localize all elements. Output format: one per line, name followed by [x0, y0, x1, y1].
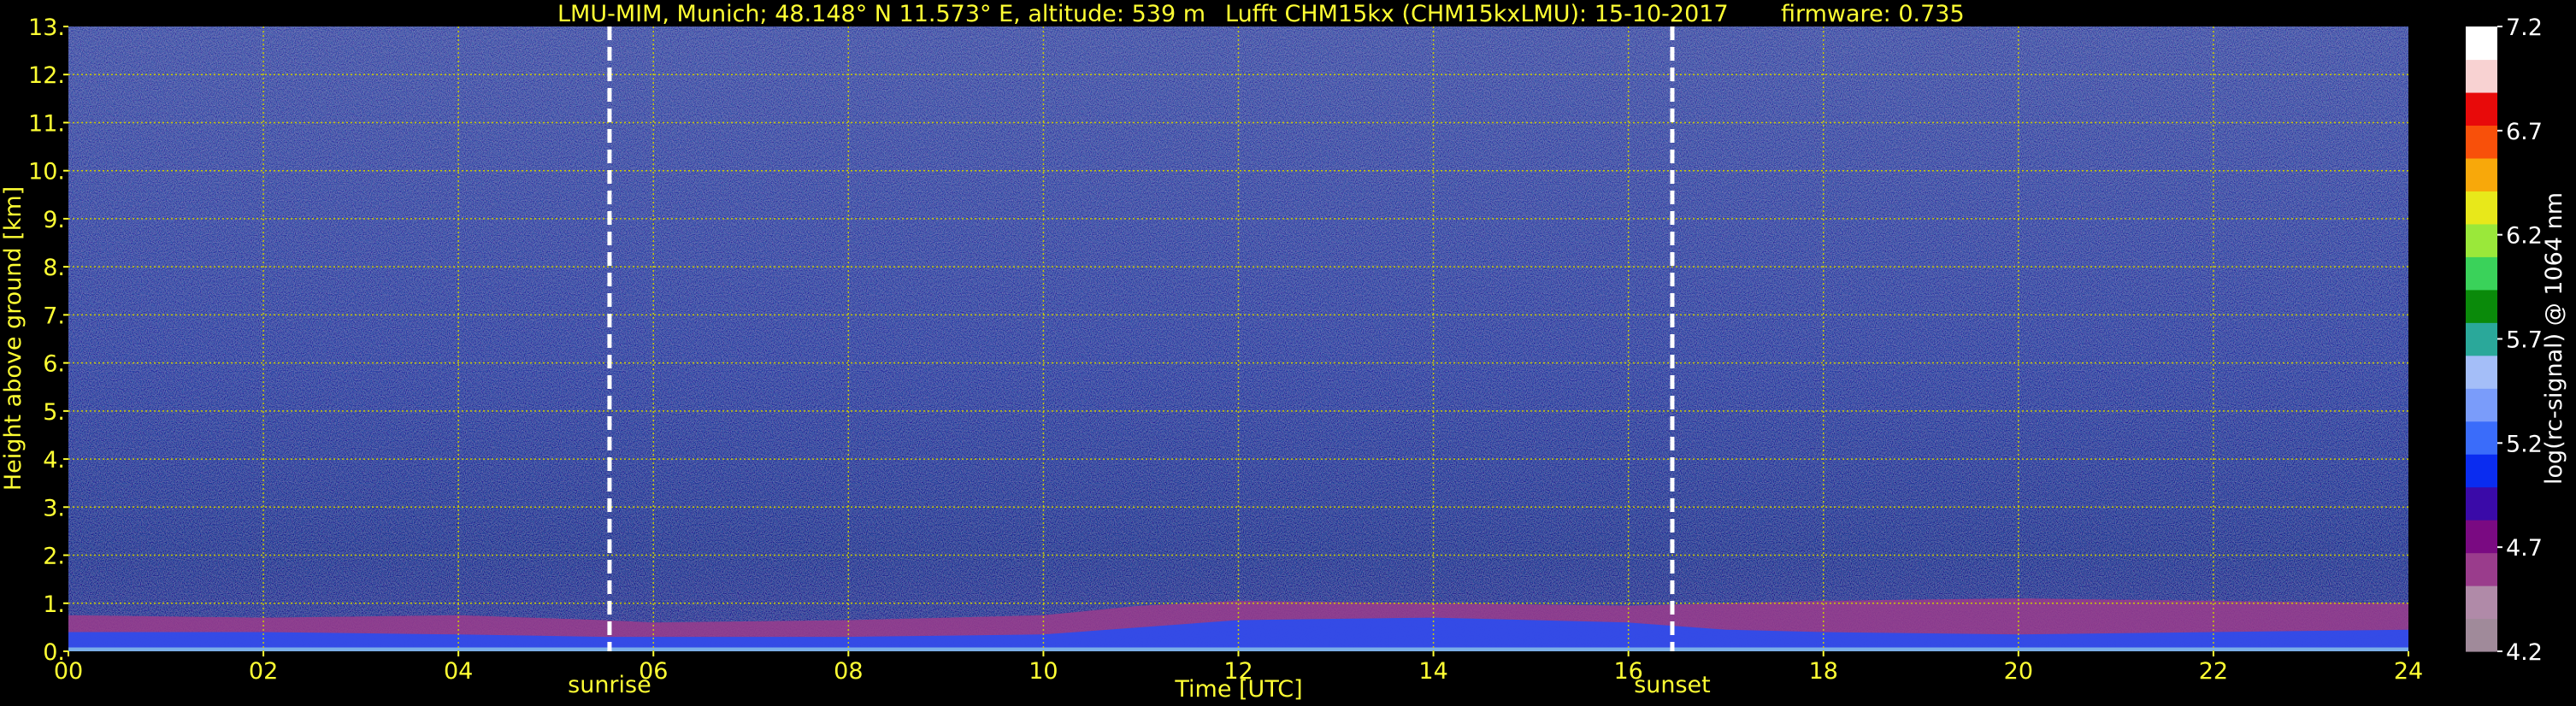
x-tick-label: 04 — [444, 658, 473, 685]
x-tick-label: 02 — [249, 658, 278, 685]
colorbar-segment — [2466, 223, 2497, 257]
x-tick-label: 18 — [1809, 658, 1838, 685]
colorbar-segment — [2466, 191, 2497, 225]
colorbar-segment — [2466, 520, 2497, 554]
colorbar-tick-label: 6.2 — [2506, 223, 2543, 250]
colorbar-tick-label: 4.2 — [2506, 639, 2543, 666]
y-axis: 0. 1. 2. 3. 4. 5. 6. 7. 8. 9. 10. 11. 12. 13. — [28, 15, 68, 666]
colorbar-segment — [2466, 91, 2497, 126]
colorbar-tick-label: 6.7 — [2506, 119, 2543, 145]
x-axis-label: Time [UTC] — [1174, 676, 1302, 703]
y-tick-label: 8. — [43, 255, 65, 281]
y-tick-label: 4. — [43, 447, 65, 474]
colorbar-label: log(rc-signal) @ 1064 nm — [2541, 192, 2567, 485]
x-tick-label: 14 — [1418, 658, 1447, 685]
y-tick-label: 10. — [28, 159, 65, 185]
title-station: LMU-MIM, Munich; 48.148° N 11.573° E, al… — [557, 1, 1205, 27]
title-firmware: firmware: 0.735 — [1781, 1, 1965, 27]
ceilometer-figure: LMU-MIM, Munich; 48.148° N 11.573° E, al… — [0, 1, 2567, 703]
colorbar-segment — [2466, 618, 2497, 652]
colorbar-segment — [2466, 289, 2497, 323]
colorbar-ticks: 4.2 4.7 5.2 5.7 6.2 6.7 7.2 — [2497, 15, 2543, 666]
colorbar-segment — [2466, 59, 2497, 93]
sunrise-label: sunrise — [568, 672, 651, 698]
colorbar-segment — [2466, 552, 2497, 586]
plot-area — [68, 26, 2408, 651]
colorbar-segment — [2466, 486, 2497, 521]
x-tick-label: 08 — [834, 658, 863, 685]
y-tick-label: 7. — [43, 303, 65, 329]
colorbar-segment — [2466, 421, 2497, 455]
title-instrument: Lufft CHM15kx (CHM15kxLMU): 15-10-2017 — [1225, 1, 1729, 27]
colorbar-segment — [2466, 388, 2497, 422]
colorbar-segment — [2466, 454, 2497, 488]
y-tick-label: 9. — [43, 207, 65, 233]
y-tick-label: 1. — [43, 591, 65, 618]
y-tick-label: 0. — [43, 639, 65, 666]
colorbar-segment — [2466, 256, 2497, 291]
colorbar — [2466, 26, 2497, 652]
y-tick-label: 6. — [43, 351, 65, 378]
sunset-label: sunset — [1634, 672, 1711, 698]
colorbar-tick-label: 4.7 — [2506, 535, 2543, 562]
x-tick-label: 20 — [2004, 658, 2033, 685]
y-tick-label: 13. — [28, 15, 65, 41]
x-tick-label: 10 — [1029, 658, 1058, 685]
colorbar-tick-label: 7.2 — [2506, 15, 2543, 41]
colorbar-segment — [2466, 157, 2497, 191]
colorbar-segment — [2466, 322, 2497, 356]
event-labels: sunrise sunset — [568, 672, 1711, 698]
colorbar-segment — [2466, 125, 2497, 159]
colorbar-segment — [2466, 585, 2497, 620]
y-tick-label: 3. — [43, 495, 65, 521]
y-tick-label: 5. — [43, 399, 65, 426]
x-tick-label: 22 — [2199, 658, 2228, 685]
colorbar-segment — [2466, 26, 2497, 61]
y-axis-label: Height above ground [km] — [0, 186, 27, 491]
colorbar-tick-label: 5.7 — [2506, 327, 2543, 354]
colorbar-tick-label: 5.2 — [2506, 431, 2543, 457]
y-tick-label: 11. — [28, 110, 65, 137]
y-tick-label: 12. — [28, 62, 65, 89]
colorbar-segment — [2466, 355, 2497, 389]
y-tick-label: 2. — [43, 544, 65, 570]
x-tick-label: 24 — [2394, 658, 2423, 685]
